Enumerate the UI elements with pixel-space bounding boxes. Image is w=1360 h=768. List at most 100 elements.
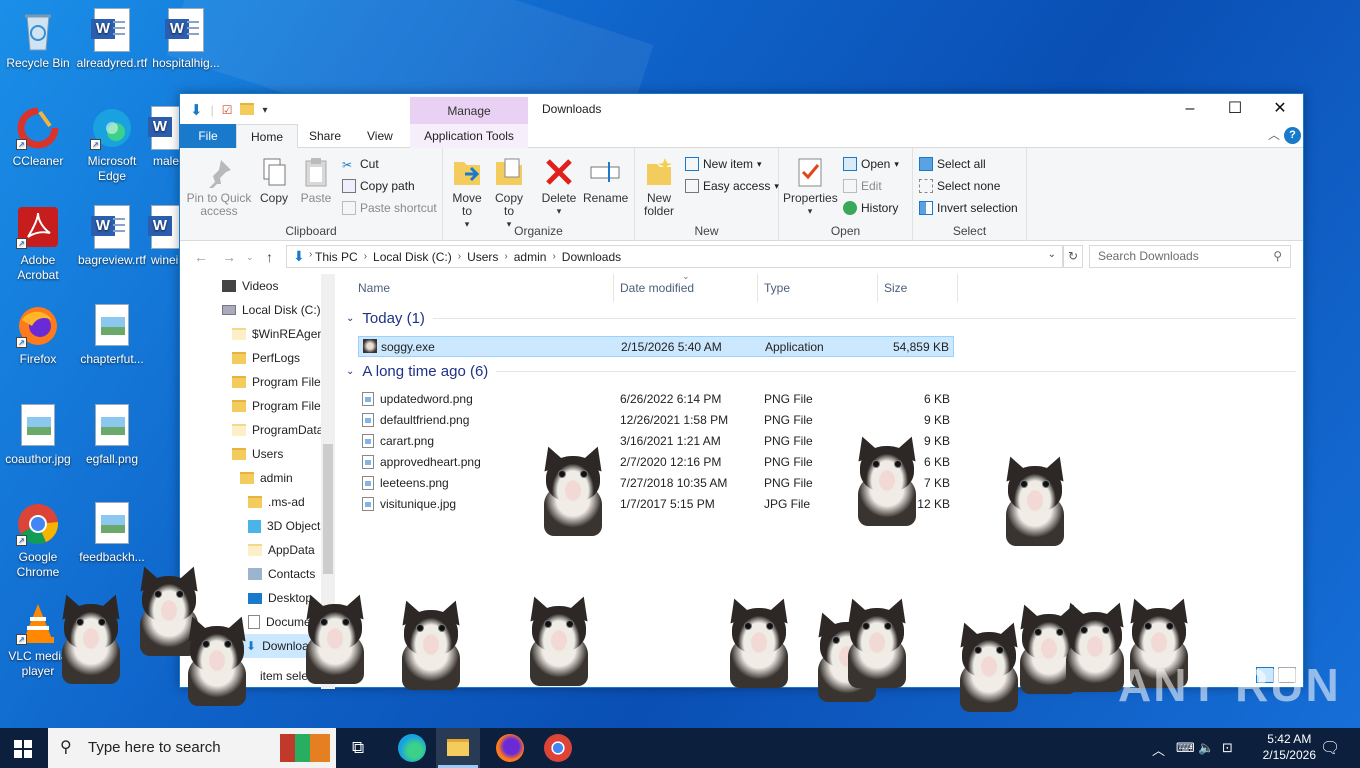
column-header-date[interactable]: Date modified: [614, 274, 758, 302]
nav-item-local-disk[interactable]: Local Disk (C:): [222, 298, 321, 322]
edit-button[interactable]: Edit: [843, 178, 882, 194]
edge-taskbar-icon[interactable]: [398, 734, 426, 762]
recent-dropdown-icon[interactable]: ⌄: [246, 252, 254, 263]
ime-icon[interactable]: ⊡: [1222, 740, 1233, 756]
desktop-icon-edge[interactable]: ↗ Microsoft Edge: [73, 106, 151, 184]
delete-button[interactable]: Delete ▾: [539, 156, 579, 218]
search-input[interactable]: Search Downloads ⚲: [1089, 245, 1291, 268]
column-header-name[interactable]: Name: [342, 274, 614, 302]
column-header-size[interactable]: Size: [878, 274, 958, 302]
file-row[interactable]: updatedword.png 6/26/2022 6:14 PM PNG File…: [358, 389, 954, 410]
nav-item-program-files[interactable]: Program Files: [232, 370, 327, 394]
open-button[interactable]: Open ▾: [843, 156, 899, 172]
nav-item-appdata[interactable]: AppData: [248, 538, 315, 562]
manage-context-tab[interactable]: Manage: [410, 97, 528, 125]
desktop-icon-alreadyred[interactable]: W alreadyred.rtf: [73, 8, 151, 71]
desktop-icon-bagreview[interactable]: W bagreview.rtf: [73, 205, 151, 268]
up-arrow-icon[interactable]: ↑: [266, 249, 273, 265]
new-item-button[interactable]: New item ▾: [685, 156, 762, 172]
title-bar[interactable]: ⬇ | ☑ ▾ Manage Downloads – ☐ ✕: [180, 94, 1303, 125]
group-header-today[interactable]: ⌄ Today (1): [346, 310, 1296, 327]
minimize-button[interactable]: –: [1167, 94, 1213, 124]
tab-view[interactable]: View: [353, 124, 407, 148]
nav-scrollbar-thumb[interactable]: [323, 444, 333, 574]
notifications-icon[interactable]: 🗨: [1320, 738, 1340, 758]
desktop-icon-hospitalhig[interactable]: W hospitalhig...: [147, 8, 225, 71]
paste-shortcut-button[interactable]: Paste shortcut: [342, 200, 437, 216]
close-button[interactable]: ✕: [1257, 94, 1303, 124]
taskbar-search-input[interactable]: ⚲ Type here to search: [48, 728, 336, 768]
nav-item-videos[interactable]: Videos: [222, 274, 278, 298]
group-header-long-ago[interactable]: ⌄ A long time ago (6): [346, 363, 1296, 380]
nav-item-3d-objects[interactable]: 3D Objects: [248, 514, 326, 538]
select-all-icon: [919, 157, 933, 171]
help-icon[interactable]: ?: [1284, 127, 1301, 144]
history-button[interactable]: History: [843, 200, 898, 216]
nav-item-ms-ad[interactable]: .ms-ad: [248, 490, 305, 514]
select-none-button[interactable]: Select none: [919, 178, 1000, 194]
select-all-button[interactable]: Select all: [919, 156, 986, 172]
desktop-icon-recycle-bin[interactable]: Recycle Bin: [0, 8, 77, 71]
nav-item-perflogs[interactable]: PerfLogs: [232, 346, 300, 370]
file-row[interactable]: soggy.exe 2/15/2026 5:40 AM Application …: [358, 336, 954, 357]
nav-item-program-files-x86[interactable]: Program Files: [232, 394, 327, 418]
desktop-icon-ccleaner[interactable]: ↗ CCleaner: [0, 106, 77, 169]
nav-item-users[interactable]: Users: [232, 442, 283, 466]
desktop-icon-coauthor[interactable]: coauthor.jpg: [0, 404, 77, 467]
task-view-icon[interactable]: ⧉: [352, 738, 364, 758]
address-dropdown-icon[interactable]: ⌄: [1048, 249, 1056, 260]
breadcrumb-users[interactable]: Users: [467, 250, 498, 264]
file-row[interactable]: defaultfriend.png 12/26/2021 1:58 PM PNG F…: [358, 410, 954, 431]
breadcrumb-admin[interactable]: admin: [514, 250, 547, 264]
firefox-taskbar-icon[interactable]: [496, 734, 524, 762]
tab-share[interactable]: Share: [295, 124, 355, 148]
down-arrow-icon[interactable]: ⬇: [190, 101, 203, 119]
desktop-icon-egfall[interactable]: egfall.png: [73, 404, 151, 467]
column-header-type[interactable]: Type: [758, 274, 878, 302]
pin-quick-access-button[interactable]: Pin to Quick access: [186, 156, 252, 218]
refresh-icon[interactable]: ↻: [1063, 245, 1083, 268]
tab-file[interactable]: File: [180, 124, 236, 148]
maximize-button[interactable]: ☐: [1212, 94, 1258, 124]
tab-home[interactable]: Home: [236, 124, 299, 149]
cut-button[interactable]: ✂ Cut: [342, 156, 379, 172]
address-bar[interactable]: ⬇ › This PC › Local Disk (C:) › Users › adm…: [286, 245, 1063, 268]
desktop-icon-acrobat[interactable]: ↗ Adobe Acrobat: [0, 205, 77, 283]
volume-icon[interactable]: 🔈: [1198, 740, 1214, 756]
desktop-icon-chapterfut[interactable]: chapterfut...: [73, 304, 151, 367]
properties-check-icon[interactable]: ☑: [222, 103, 233, 117]
customize-dropdown-icon[interactable]: ▾: [262, 105, 267, 116]
nav-item-contacts[interactable]: Contacts: [248, 562, 315, 586]
nav-item-winreagent[interactable]: $WinREAgent: [232, 322, 327, 346]
paste-button[interactable]: Paste: [298, 156, 334, 205]
back-arrow-icon[interactable]: ←: [194, 249, 208, 265]
collapse-ribbon-icon[interactable]: ︿: [1268, 126, 1280, 143]
show-hidden-icons-icon[interactable]: ︿: [1152, 740, 1165, 759]
breadcrumb-local-disk[interactable]: Local Disk (C:): [373, 250, 452, 264]
copy-button[interactable]: Copy: [256, 156, 292, 205]
copy-path-button[interactable]: Copy path: [342, 178, 415, 194]
nav-item-admin[interactable]: admin: [240, 466, 293, 490]
tab-application-tools[interactable]: Application Tools: [410, 124, 528, 148]
network-icon[interactable]: ⌨: [1176, 740, 1195, 756]
desktop-icon-firefox[interactable]: ↗ Firefox: [0, 304, 77, 367]
rename-button[interactable]: Rename: [583, 156, 628, 205]
explorer-taskbar-button[interactable]: [436, 728, 480, 768]
forward-arrow-icon[interactable]: →: [222, 249, 236, 265]
desktop-icon-label: feedbackh...: [79, 550, 145, 564]
new-folder-icon[interactable]: [240, 102, 255, 118]
copy-to-button[interactable]: Copy to ▾: [491, 156, 527, 231]
breadcrumb-downloads[interactable]: Downloads: [562, 250, 621, 264]
invert-selection-button[interactable]: Invert selection: [919, 200, 1018, 216]
windows-start-icon[interactable]: [14, 740, 32, 761]
easy-access-button[interactable]: Easy access ▾: [685, 178, 779, 194]
desktop-icon-chrome[interactable]: ↗ Google Chrome: [0, 502, 77, 580]
properties-button[interactable]: Properties ▾: [783, 156, 838, 218]
new-folder-button[interactable]: New folder: [639, 156, 679, 218]
breadcrumb-this-pc[interactable]: This PC: [315, 250, 358, 264]
move-to-button[interactable]: Move to ▾: [449, 156, 485, 231]
nav-item-programdata[interactable]: ProgramData: [232, 418, 323, 442]
chrome-taskbar-icon[interactable]: [544, 734, 572, 762]
desktop-icon-feedbackh[interactable]: feedbackh...: [73, 502, 151, 565]
clock[interactable]: 5:42 AM 2/15/2026: [1263, 731, 1316, 763]
